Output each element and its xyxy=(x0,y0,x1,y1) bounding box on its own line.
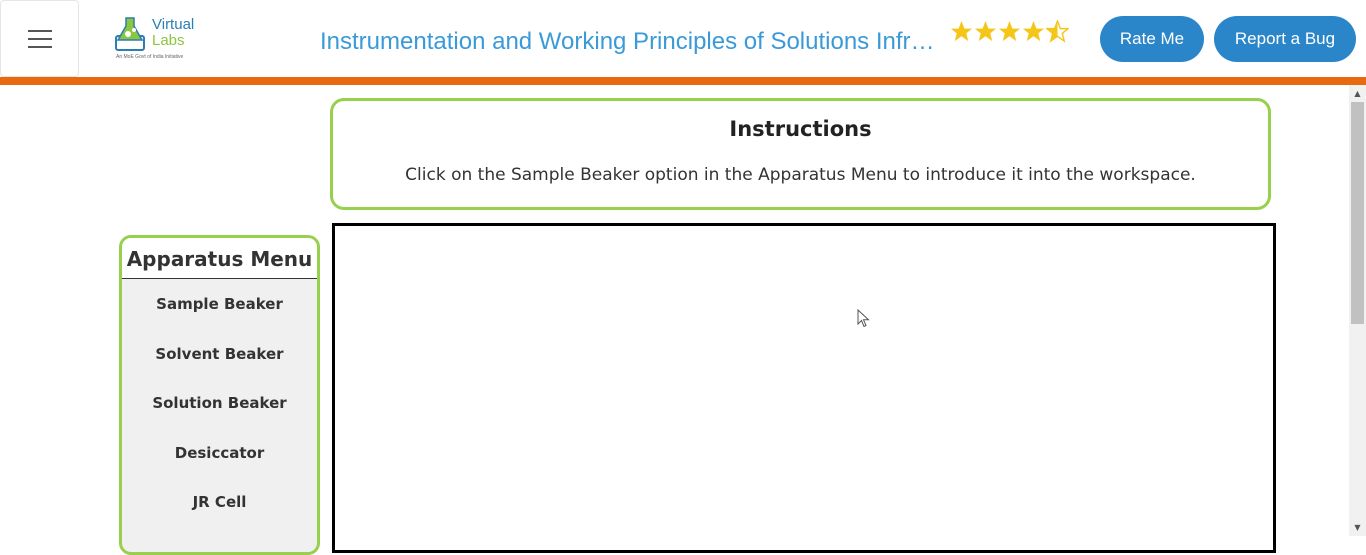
apparatus-menu: Apparatus Menu Sample Beaker Solvent Bea… xyxy=(119,235,320,555)
menu-item-solution-beaker[interactable]: Solution Beaker xyxy=(122,379,317,429)
logo-text-virtual: Virtual xyxy=(152,16,195,33)
menu-icon-bar xyxy=(27,37,52,40)
menu-item-solvent-beaker[interactable]: Solvent Beaker xyxy=(122,330,317,380)
logo-text-labs: Labs xyxy=(152,32,185,49)
menu-icon-bar xyxy=(27,29,52,32)
report-bug-button[interactable]: Report a Bug xyxy=(1214,16,1356,62)
experiment-title: Instrumentation and Working Principles o… xyxy=(320,28,945,55)
virtual-labs-logo[interactable]: Virtual Labs An MoE Govt of India Initia… xyxy=(110,12,202,64)
top-navbar: Virtual Labs An MoE Govt of India Initia… xyxy=(0,0,1366,77)
instructions-heading: Instructions xyxy=(729,117,872,141)
logo-flask-icon xyxy=(115,17,145,51)
rate-me-button[interactable]: Rate Me xyxy=(1100,16,1204,62)
star-full-icon xyxy=(998,20,1021,42)
menu-icon-bar xyxy=(27,45,52,48)
instructions-text: Click on the Sample Beaker option in the… xyxy=(405,165,1196,185)
logo-tagline: An MoE Govt of India Initiative xyxy=(116,54,184,60)
scroll-down-arrow-icon[interactable]: ▼ xyxy=(1349,519,1366,536)
instructions-panel: Instructions Click on the Sample Beaker … xyxy=(330,98,1271,210)
header-divider xyxy=(0,77,1366,85)
menu-item-jr-cell[interactable]: JR Cell xyxy=(122,478,317,528)
menu-item-desiccator[interactable]: Desiccator xyxy=(122,429,317,479)
vertical-scrollbar[interactable]: ▲ ▼ xyxy=(1349,85,1366,536)
apparatus-menu-title: Apparatus Menu xyxy=(122,238,317,279)
rating-stars xyxy=(950,20,1069,43)
hamburger-menu-button[interactable] xyxy=(0,0,79,77)
star-half-icon xyxy=(1046,20,1069,43)
star-full-icon xyxy=(1022,20,1045,42)
mouse-pointer-icon xyxy=(857,309,870,328)
star-full-icon xyxy=(974,20,997,42)
scrollbar-thumb[interactable] xyxy=(1351,102,1364,324)
star-full-icon xyxy=(950,20,973,42)
menu-item-sample-beaker[interactable]: Sample Beaker xyxy=(122,280,317,330)
workspace-canvas[interactable] xyxy=(332,223,1276,553)
scroll-up-arrow-icon[interactable]: ▲ xyxy=(1349,85,1366,102)
